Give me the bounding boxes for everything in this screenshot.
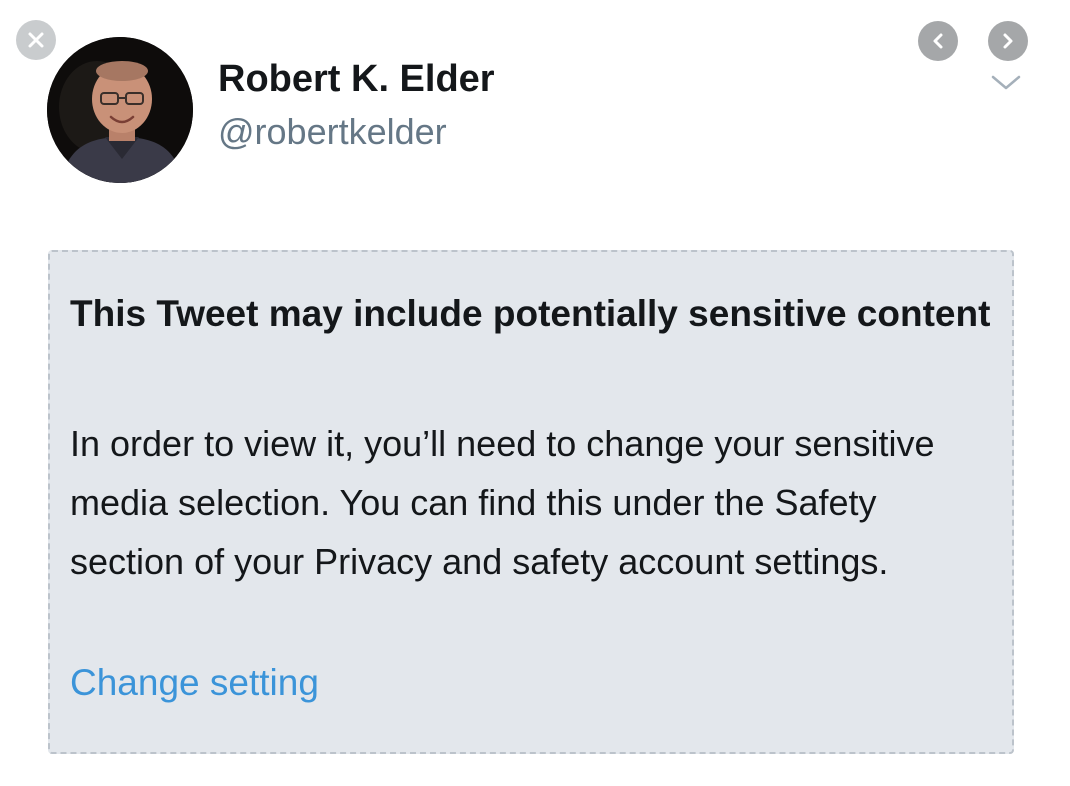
close-icon — [28, 32, 44, 48]
notice-title: This Tweet may include potentially sensi… — [70, 293, 991, 334]
next-button[interactable] — [988, 21, 1028, 61]
chevron-right-icon — [1003, 33, 1013, 49]
change-setting-link[interactable]: Change setting — [70, 662, 319, 704]
author-display-name[interactable]: Robert K. Elder — [218, 58, 495, 101]
author-handle[interactable]: @robertkelder — [218, 111, 447, 153]
chevron-left-icon — [933, 33, 943, 49]
chevron-down-icon — [991, 75, 1021, 90]
previous-button[interactable] — [918, 21, 958, 61]
sensitive-content-notice: This Tweet may include potentially sensi… — [48, 250, 1014, 754]
avatar[interactable] — [47, 37, 193, 183]
notice-body: In order to view it, you’ll need to chan… — [70, 423, 935, 582]
tweet-menu-button[interactable] — [988, 72, 1024, 94]
close-button[interactable] — [16, 20, 56, 60]
avatar-image — [47, 37, 193, 183]
